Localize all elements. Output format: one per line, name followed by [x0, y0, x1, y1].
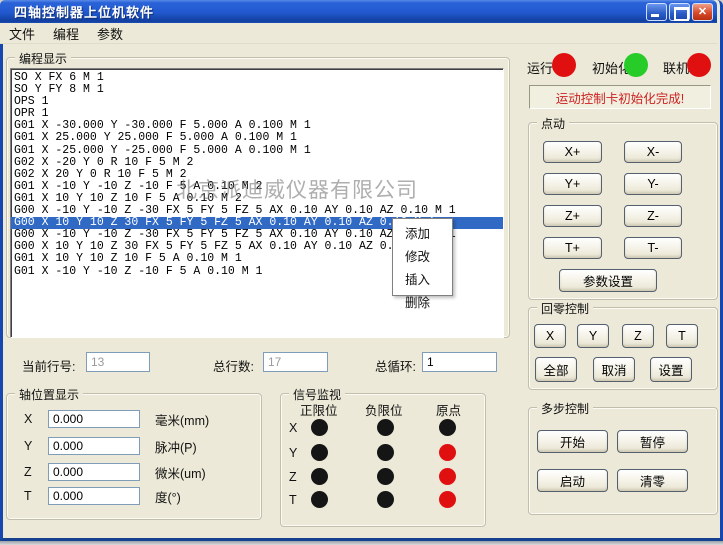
context-menu-item-delete[interactable]: 删除	[393, 290, 452, 313]
axis-unit-label-deg: 度(°)	[155, 487, 181, 506]
clear-button[interactable]: 清零	[617, 469, 688, 492]
signal-dot-t-origin	[439, 491, 456, 508]
start-button[interactable]: 开始	[537, 430, 608, 453]
multistep-group-label: 多步控制	[537, 400, 593, 417]
signal-dot-x-neg	[377, 419, 394, 436]
online-indicator-label: 联机	[663, 58, 689, 77]
jog-button-y-plus[interactable]: Y+	[543, 173, 602, 195]
current-line-field[interactable]	[86, 352, 150, 372]
signal-dot-z-neg	[377, 468, 394, 485]
jog-button-y-minus[interactable]: Y-	[624, 173, 682, 195]
signal-axis-label-x: X	[289, 421, 297, 435]
axis-value-field-t[interactable]	[48, 487, 140, 505]
menu-item-program[interactable]: 编程	[44, 22, 88, 45]
signal-dot-t-neg	[377, 491, 394, 508]
homing-button-t[interactable]: T	[666, 324, 698, 348]
jog-button-z-minus[interactable]: Z-	[624, 205, 682, 227]
signal-column-header-neg: 负限位	[365, 400, 403, 419]
signal-dot-y-origin	[439, 444, 456, 461]
signal-column-header-origin: 原点	[436, 400, 461, 419]
axis-label-t: T	[24, 489, 32, 503]
param-settings-button[interactable]: 参数设置	[559, 269, 657, 292]
signal-dot-z-pos	[311, 468, 328, 485]
run-indicator-icon	[552, 53, 576, 77]
axis-position-group-label: 轴位置显示	[15, 386, 83, 403]
signal-axis-label-y: Y	[289, 446, 297, 460]
jog-button-t-minus[interactable]: T-	[624, 237, 682, 259]
online-indicator-icon	[687, 53, 711, 77]
homing-settings-button[interactable]: 设置	[650, 357, 692, 382]
axis-unit-label-mm: 毫米(mm)	[155, 410, 209, 429]
jog-button-x-minus[interactable]: X-	[624, 141, 682, 163]
jog-group-label: 点动	[537, 115, 569, 132]
homing-all-button[interactable]: 全部	[535, 357, 577, 382]
close-icon[interactable]: ✕	[692, 3, 713, 21]
jog-button-x-plus[interactable]: X+	[543, 141, 602, 163]
homing-button-z[interactable]: Z	[622, 324, 654, 348]
total-lines-label: 总行数:	[213, 356, 254, 375]
run-indicator-label: 运行	[527, 58, 553, 77]
homing-group-label: 回零控制	[537, 300, 593, 317]
signal-dot-t-pos	[311, 491, 328, 508]
context-menu-item-insert[interactable]: 插入	[393, 267, 452, 290]
total-cycles-label: 总循环:	[375, 356, 416, 375]
signal-dot-z-origin	[439, 468, 456, 485]
jog-button-t-plus[interactable]: T+	[543, 237, 602, 259]
pause-button[interactable]: 暂停	[617, 430, 688, 453]
app-title: 四轴控制器上位机软件	[0, 2, 154, 21]
context-menu-item-add[interactable]: 添加	[393, 221, 452, 244]
total-cycles-field[interactable]	[422, 352, 497, 372]
signal-dot-y-pos	[311, 444, 328, 461]
title-bar[interactable]: 四轴控制器上位机软件 ✕	[0, 0, 717, 23]
program-display-group-label: 编程显示	[15, 50, 71, 67]
menu-bar: 文件 编程 参数	[0, 23, 717, 44]
axis-unit-label-pulse: 脉冲(P)	[155, 437, 197, 456]
signal-dot-x-origin	[439, 419, 456, 436]
status-message-box: 运动控制卡初始化完成!	[529, 85, 711, 109]
signal-axis-label-t: T	[289, 493, 297, 507]
axis-value-field-x[interactable]	[48, 410, 140, 428]
axis-value-field-y[interactable]	[48, 437, 140, 455]
menu-item-file[interactable]: 文件	[0, 22, 44, 45]
axis-label-x: X	[24, 412, 32, 426]
signal-dot-y-neg	[377, 444, 394, 461]
program-line[interactable]: SO Y FY 8 M 1	[14, 84, 503, 96]
axis-label-y: Y	[24, 439, 32, 453]
program-line[interactable]: G01 X -25.000 Y -25.000 F 5.000 A 0.100 …	[14, 145, 503, 157]
maximize-icon[interactable]	[669, 3, 690, 21]
homing-cancel-button[interactable]: 取消	[593, 357, 635, 382]
axis-value-field-z[interactable]	[48, 463, 140, 481]
total-lines-field[interactable]	[263, 352, 328, 372]
multistep-group: 多步控制	[528, 407, 718, 515]
context-menu-item-modify[interactable]: 修改	[393, 244, 452, 267]
launch-button[interactable]: 启动	[537, 469, 608, 492]
homing-button-x[interactable]: X	[534, 324, 566, 348]
program-line[interactable]: G01 X 25.000 Y 25.000 F 5.000 A 0.100 M …	[14, 132, 503, 144]
program-line[interactable]: G02 X -20 Y 0 R 10 F 5 M 2	[14, 157, 503, 169]
signal-dot-x-pos	[311, 419, 328, 436]
signal-column-header-pos: 正限位	[300, 400, 338, 419]
app-window: 四轴控制器上位机软件 ✕ 文件 编程 参数 编程显示 SO X FX 6 M 1…	[0, 0, 723, 545]
axis-label-z: Z	[24, 465, 32, 479]
minimize-icon[interactable]	[646, 3, 667, 21]
program-line[interactable]: OPS 1	[14, 96, 503, 108]
context-menu: 添加 修改 插入 删除	[392, 218, 453, 296]
homing-button-y[interactable]: Y	[577, 324, 609, 348]
signal-axis-label-z: Z	[289, 470, 297, 484]
axis-unit-label-um: 微米(um)	[155, 463, 206, 482]
init-indicator-icon	[624, 53, 648, 77]
window-bottom-edge	[0, 541, 723, 545]
jog-button-z-plus[interactable]: Z+	[543, 205, 602, 227]
menu-item-params[interactable]: 参数	[88, 22, 132, 45]
current-line-label: 当前行号:	[22, 356, 75, 375]
